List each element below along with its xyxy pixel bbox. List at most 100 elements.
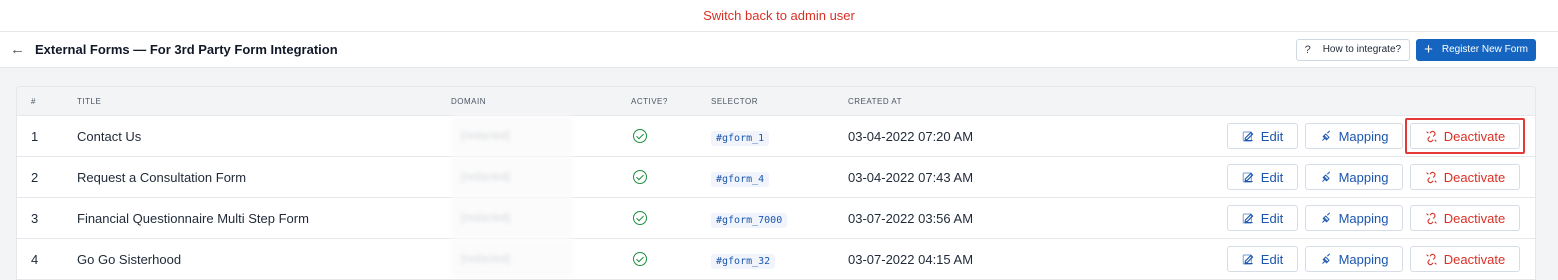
register-new-form-button[interactable]: + Register New Form xyxy=(1416,38,1536,61)
table-row: 1 Contact Us [redacted] #gform_1 03-04-2… xyxy=(17,116,1535,157)
check-circle-icon xyxy=(633,211,647,225)
deactivate-button[interactable]: Deactivate xyxy=(1410,246,1520,272)
row-domain: [redacted] xyxy=(451,116,631,156)
mapping-button[interactable]: Mapping xyxy=(1305,205,1403,231)
table-body: 1 Contact Us [redacted] #gform_1 03-04-2… xyxy=(17,116,1535,279)
switch-admin-link[interactable]: Switch back to admin user xyxy=(703,8,855,23)
selector-code: #gform_7000 xyxy=(711,212,788,228)
mapping-button[interactable]: Mapping xyxy=(1305,164,1403,190)
row-actions: Edit Mapping Deactivate xyxy=(1048,205,1535,231)
plug-icon xyxy=(1321,170,1330,182)
row-domain: [redacted] xyxy=(451,157,631,197)
row-domain: [redacted] xyxy=(451,239,631,279)
row-number: 1 xyxy=(31,128,39,144)
unlink-icon xyxy=(1426,212,1437,224)
page-header: ← External Forms — For 3rd Party Form In… xyxy=(0,32,1558,68)
edit-icon xyxy=(1242,213,1254,223)
row-domain: [redacted] xyxy=(451,198,631,238)
register-new-form-label: Register New Form xyxy=(1441,44,1528,55)
header-created-at: CREATED AT xyxy=(848,96,903,106)
unlink-icon xyxy=(1426,130,1437,142)
domain-redacted: [redacted] xyxy=(451,116,573,156)
row-title: Go Go Sisterhood xyxy=(77,251,182,267)
row-created-at: 03-04-2022 07:20 AM xyxy=(848,128,974,144)
table-row: 3 Financial Questionnaire Multi Step For… xyxy=(17,198,1535,239)
content-area: # TITLE DOMAIN ACTIVE? SELECTOR CREATED … xyxy=(0,68,1558,280)
header-title: TITLE xyxy=(77,96,102,106)
domain-redacted: [redacted] xyxy=(451,198,573,238)
question-icon: ? xyxy=(1304,43,1311,56)
row-actions: Edit Mapping Deactivate xyxy=(1048,164,1535,190)
mapping-label: Mapping xyxy=(1338,128,1389,144)
row-active xyxy=(631,211,711,225)
header-selector: SELECTOR xyxy=(711,96,758,106)
page-title: External Forms — For 3rd Party Form Inte… xyxy=(35,42,338,57)
header-actions: ? How to integrate? + Register New Form xyxy=(1295,38,1536,61)
check-circle-icon xyxy=(633,252,647,266)
edit-button[interactable]: Edit xyxy=(1227,164,1298,190)
row-actions: Edit Mapping Deactivate xyxy=(1048,123,1535,149)
domain-redacted: [redacted] xyxy=(451,157,573,197)
plus-icon: + xyxy=(1424,41,1433,58)
arrow-left-icon[interactable]: ← xyxy=(10,41,25,58)
how-to-integrate-button[interactable]: ? How to integrate? xyxy=(1295,38,1411,61)
edit-label: Edit xyxy=(1260,169,1284,185)
header-active: ACTIVE? xyxy=(631,96,668,106)
row-active xyxy=(631,170,711,184)
row-active xyxy=(631,252,711,266)
row-active xyxy=(631,129,711,143)
deactivate-label: Deactivate xyxy=(1443,128,1506,144)
row-selector: #gform_1 xyxy=(711,129,848,146)
switch-admin-banner[interactable]: Switch back to admin user xyxy=(0,0,1558,32)
selector-code: #gform_1 xyxy=(711,130,770,146)
forms-table: # TITLE DOMAIN ACTIVE? SELECTOR CREATED … xyxy=(16,86,1536,280)
plug-icon xyxy=(1321,252,1330,264)
mapping-label: Mapping xyxy=(1338,210,1389,226)
deactivate-button[interactable]: Deactivate xyxy=(1410,123,1520,149)
selector-code: #gform_32 xyxy=(711,253,776,269)
edit-icon xyxy=(1242,254,1254,264)
table-row: 4 Go Go Sisterhood [redacted] #gform_32 … xyxy=(17,239,1535,279)
table-header: # TITLE DOMAIN ACTIVE? SELECTOR CREATED … xyxy=(17,87,1535,116)
header-domain: DOMAIN xyxy=(451,96,486,106)
check-circle-icon xyxy=(633,129,647,143)
domain-redacted: [redacted] xyxy=(451,239,573,279)
row-title: Contact Us xyxy=(77,128,142,144)
plug-icon xyxy=(1321,129,1330,141)
row-created-at: 03-04-2022 07:43 AM xyxy=(848,169,974,185)
edit-label: Edit xyxy=(1260,128,1284,144)
edit-icon xyxy=(1242,172,1254,182)
mapping-label: Mapping xyxy=(1338,251,1389,267)
row-title: Request a Consultation Form xyxy=(77,169,247,185)
edit-label: Edit xyxy=(1260,251,1284,267)
deactivate-label: Deactivate xyxy=(1443,169,1506,185)
row-selector: #gform_4 xyxy=(711,170,848,187)
selector-code: #gform_4 xyxy=(711,171,770,187)
row-actions: Edit Mapping Deactivate xyxy=(1048,246,1535,272)
edit-icon xyxy=(1242,131,1254,141)
unlink-icon xyxy=(1426,253,1437,265)
edit-label: Edit xyxy=(1260,210,1284,226)
check-circle-icon xyxy=(633,170,647,184)
row-number: 4 xyxy=(31,251,39,267)
deactivate-label: Deactivate xyxy=(1443,251,1506,267)
row-created-at: 03-07-2022 03:56 AM xyxy=(848,210,974,226)
edit-button[interactable]: Edit xyxy=(1227,246,1298,272)
row-title: Financial Questionnaire Multi Step Form xyxy=(77,210,309,226)
row-selector: #gform_32 xyxy=(711,252,848,269)
edit-button[interactable]: Edit xyxy=(1227,123,1298,149)
edit-button[interactable]: Edit xyxy=(1227,205,1298,231)
deactivate-button[interactable]: Deactivate xyxy=(1410,164,1520,190)
row-number: 3 xyxy=(31,210,39,226)
header-num: # xyxy=(31,96,36,106)
table-row: 2 Request a Consultation Form [redacted]… xyxy=(17,157,1535,198)
deactivate-button[interactable]: Deactivate xyxy=(1410,205,1520,231)
how-to-integrate-label: How to integrate? xyxy=(1322,44,1402,55)
unlink-icon xyxy=(1426,171,1437,183)
deactivate-label: Deactivate xyxy=(1443,210,1506,226)
row-selector: #gform_7000 xyxy=(711,211,848,228)
mapping-button[interactable]: Mapping xyxy=(1305,123,1403,149)
row-created-at: 03-07-2022 04:15 AM xyxy=(848,251,974,267)
row-number: 2 xyxy=(31,169,39,185)
mapping-button[interactable]: Mapping xyxy=(1305,246,1403,272)
